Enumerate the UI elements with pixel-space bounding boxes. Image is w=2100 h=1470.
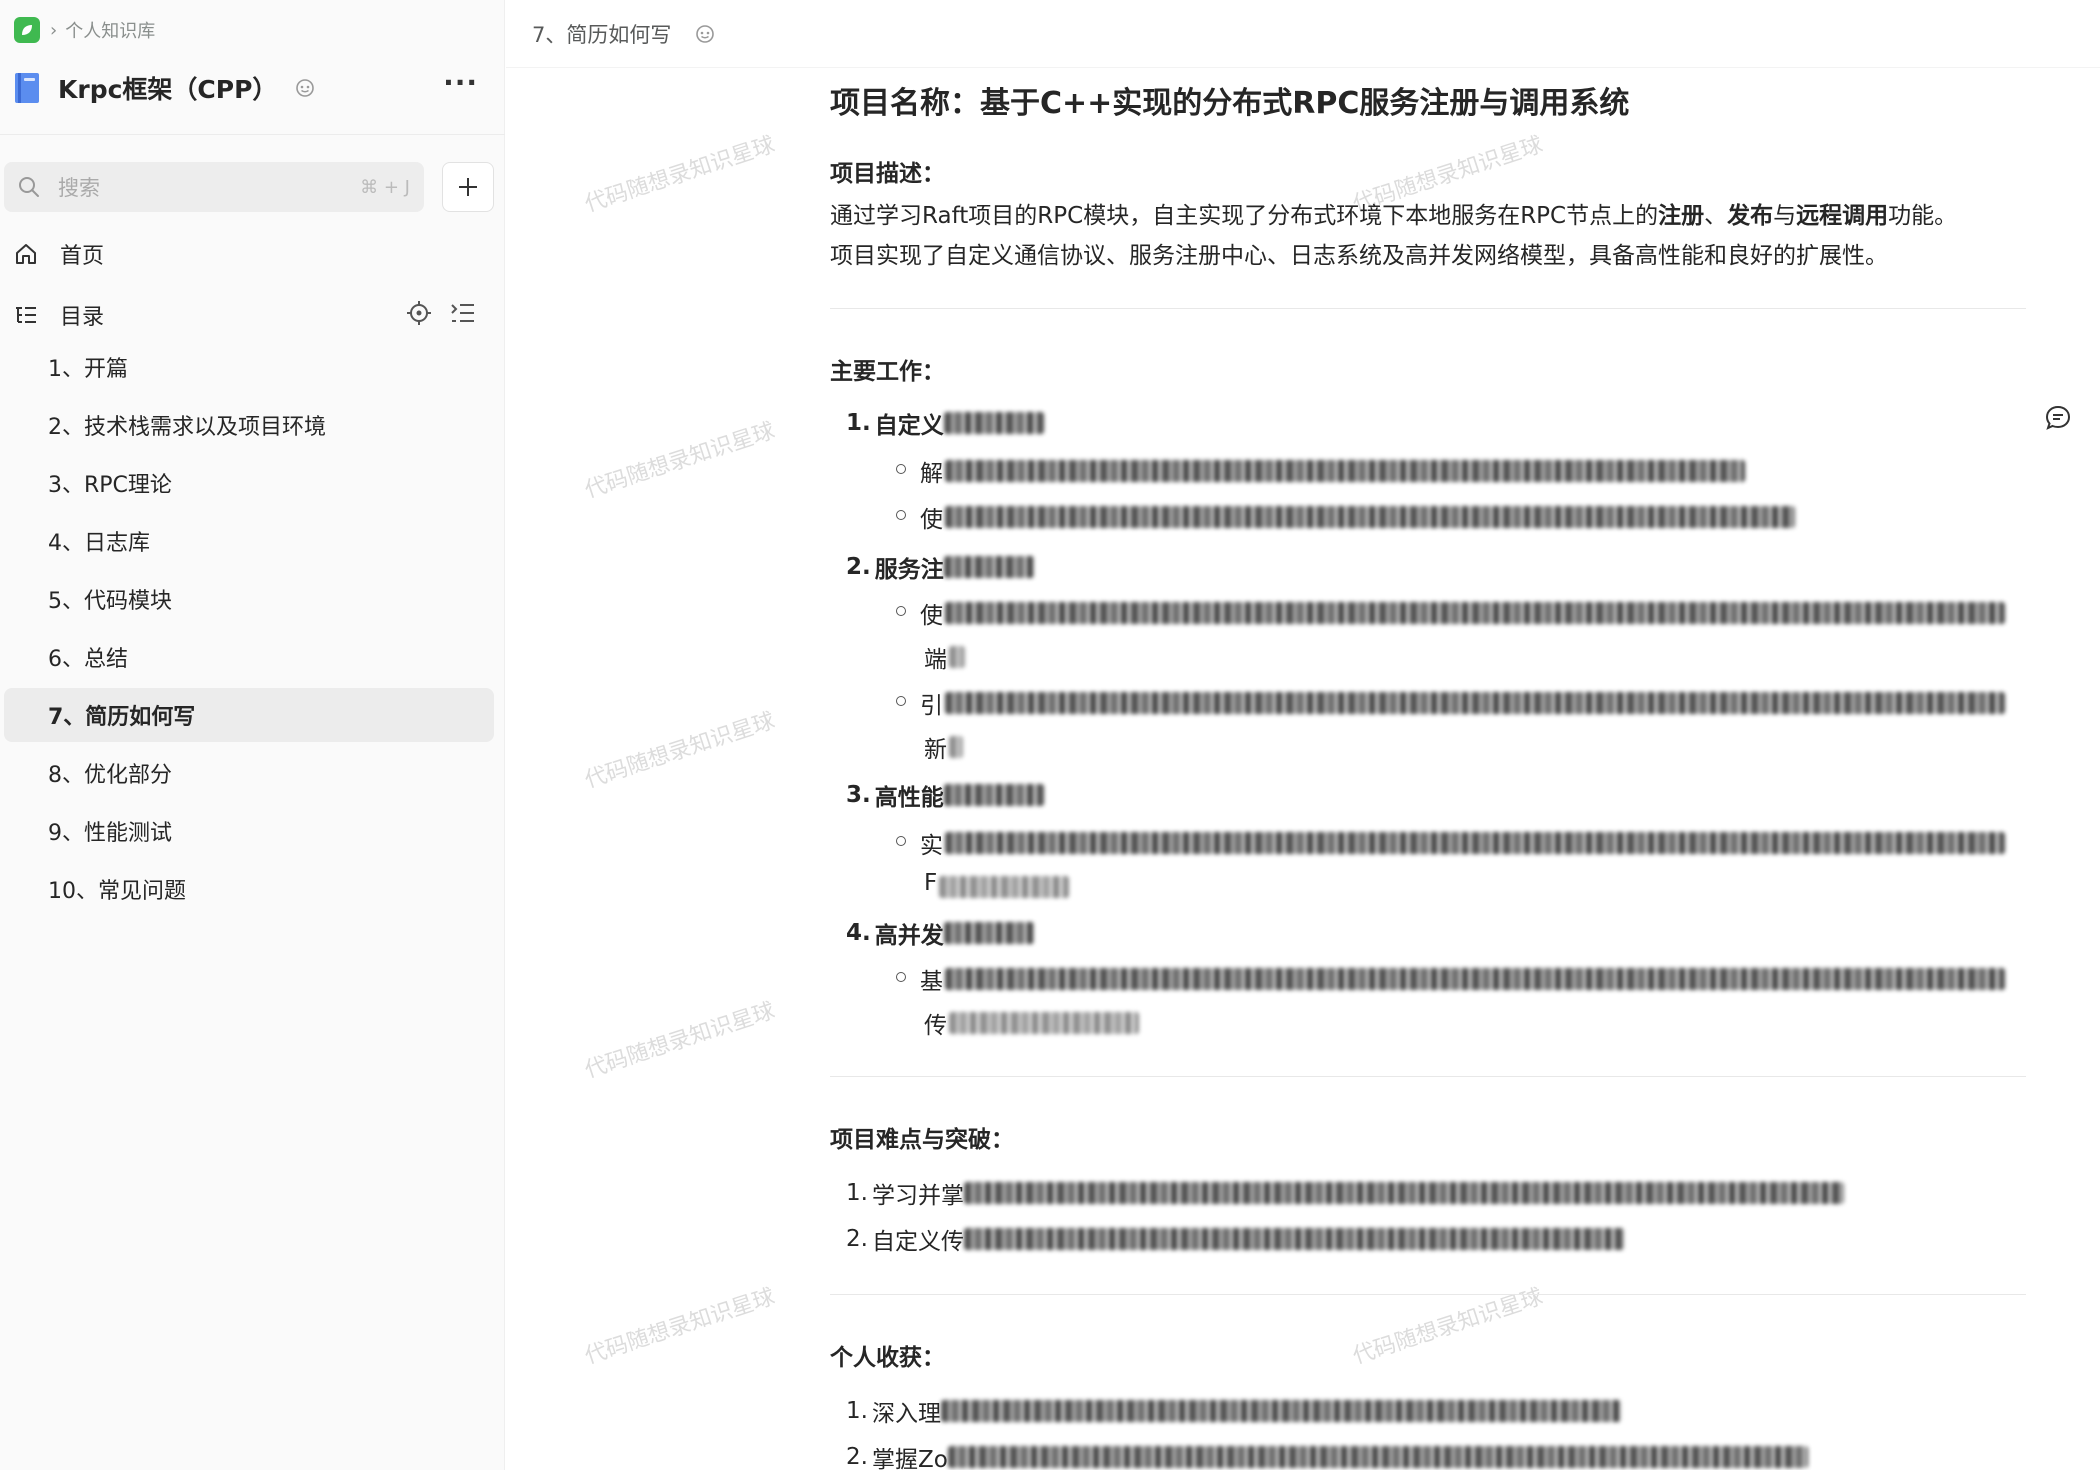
divider (0, 134, 505, 135)
book-header: Krpc框架（CPP） ··· (14, 68, 490, 108)
divider (830, 1076, 2026, 1077)
nav-home-label: 首页 (60, 244, 105, 269)
project-heading: 项目名称：基于C++实现的分布式RPC服务注册与调用系统 (830, 86, 1630, 121)
toc-tools (406, 300, 476, 326)
blurred-text (945, 968, 2005, 990)
divider (830, 1294, 2026, 1295)
watermark: 代码随想录知识星球 (581, 1284, 778, 1370)
nav-home[interactable]: 首页 (14, 234, 104, 274)
description-line-1: 通过学习Raft项目的RPC模块，自主实现了分布式环境下本地服务在RPC节点上的… (830, 203, 1958, 229)
blurred-text (945, 832, 2005, 854)
home-icon (16, 244, 36, 264)
bullet-item: 解 (896, 454, 1745, 488)
locate-icon[interactable] (406, 300, 432, 326)
blurred-text (945, 460, 1745, 482)
toc-icon (16, 307, 36, 323)
blurred-text (947, 1446, 1808, 1468)
add-button[interactable] (442, 162, 494, 212)
work-item: 1. 自定义 (846, 406, 1044, 440)
gains-item: 1. 深入理 (846, 1394, 1621, 1428)
blurred-text (963, 1182, 1844, 1204)
breadcrumb: › 个人知识库 (14, 16, 155, 44)
work-item: 2. 服务注 (846, 550, 1034, 584)
gains-title: 个人收获： (830, 1345, 945, 1371)
bullet-item: 实 (896, 826, 2005, 860)
bullet-item: 基 (896, 962, 2005, 996)
blurred-text (945, 506, 1795, 528)
toc-item[interactable]: 8、优化部分 (4, 746, 494, 800)
toc-item-active[interactable]: 7、简历如何写 (4, 688, 494, 742)
blurred-text (943, 784, 1044, 806)
bullet-continuation: 端 (924, 640, 965, 674)
collapse-list-icon[interactable] (450, 300, 476, 326)
nav-toc-label: 目录 (60, 305, 105, 330)
toc-item[interactable]: 4、日志库 (4, 514, 494, 568)
sync-status-icon (696, 24, 715, 43)
watermark: 代码随想录知识星球 (1349, 1284, 1546, 1370)
toc-item[interactable]: 9、性能测试 (4, 804, 494, 858)
toc-item[interactable]: 2、技术栈需求以及项目环境 (4, 398, 494, 452)
book-title[interactable]: Krpc框架（CPP） (58, 70, 277, 106)
blurred-text (943, 556, 1034, 578)
blurred-text (943, 412, 1044, 434)
bullet-continuation: 传 (924, 1006, 1139, 1040)
sync-status-icon (296, 79, 315, 97)
blurred-text (943, 922, 1034, 944)
blurred-text (945, 692, 2005, 714)
bullet-item: 使 (896, 596, 2005, 630)
bullet-item: 引 (896, 686, 2005, 720)
blurred-text (945, 602, 2005, 624)
blurred-text (963, 1228, 1624, 1250)
work-title: 主要工作： (830, 359, 945, 385)
bullet-continuation: F (924, 870, 1070, 898)
gains-item: 2. 掌握Zo (846, 1440, 1808, 1470)
chevron-right-icon: › (50, 19, 58, 41)
toc-item[interactable]: 10、常见问题 (4, 862, 494, 916)
work-item: 4. 高并发 (846, 916, 1034, 950)
toc-item[interactable]: 6、总结 (4, 630, 494, 684)
work-item: 3. 高性能 (846, 778, 1044, 812)
bullet-item: 使 (896, 500, 1795, 534)
search-icon (19, 177, 39, 197)
difficulty-item: 1. 学习并掌 (846, 1176, 1844, 1210)
divider (830, 308, 2026, 309)
difficulty-title: 项目难点与突破： (830, 1127, 1014, 1153)
comment-icon[interactable] (2044, 404, 2072, 432)
description-title: 项目描述： (830, 161, 945, 187)
difficulty-item: 2. 自定义传 (846, 1222, 1624, 1256)
breadcrumb-knowledge-base[interactable]: 个人知识库 (65, 17, 155, 43)
search-shortcut: ⌘ + J (360, 176, 410, 198)
app-logo-icon[interactable] (14, 17, 40, 43)
toc-item[interactable]: 1、开篇 (4, 340, 494, 394)
toc-item[interactable]: 5、代码模块 (4, 572, 494, 626)
document-topbar: 7、简历如何写 (506, 0, 2100, 68)
bullet-continuation: 新 (924, 730, 963, 764)
watermark: 代码随想录知识星球 (581, 708, 778, 794)
watermark: 代码随想录知识星球 (581, 998, 778, 1084)
document-tab-title[interactable]: 7、简历如何写 (532, 19, 671, 49)
sidebar: › 个人知识库 Krpc框架（CPP） ··· 搜索 ⌘ + J 首页 目录 1… (0, 0, 505, 1470)
watermark: 代码随想录知识星球 (581, 418, 778, 504)
description-line-2: 项目实现了自定义通信协议、服务注册中心、日志系统及高并发网络模型，具备高性能和良… (830, 243, 1888, 269)
search-input[interactable]: 搜索 ⌘ + J (4, 162, 424, 212)
plus-icon (459, 178, 477, 196)
toc-item[interactable]: 3、RPC理论 (4, 456, 494, 510)
nav-toc[interactable]: 目录 (14, 295, 104, 335)
watermark: 代码随想录知识星球 (581, 132, 778, 218)
book-icon (15, 73, 39, 103)
more-options-button[interactable]: ··· (443, 68, 478, 108)
search-placeholder: 搜索 (58, 176, 100, 200)
blurred-text (940, 1400, 1621, 1422)
